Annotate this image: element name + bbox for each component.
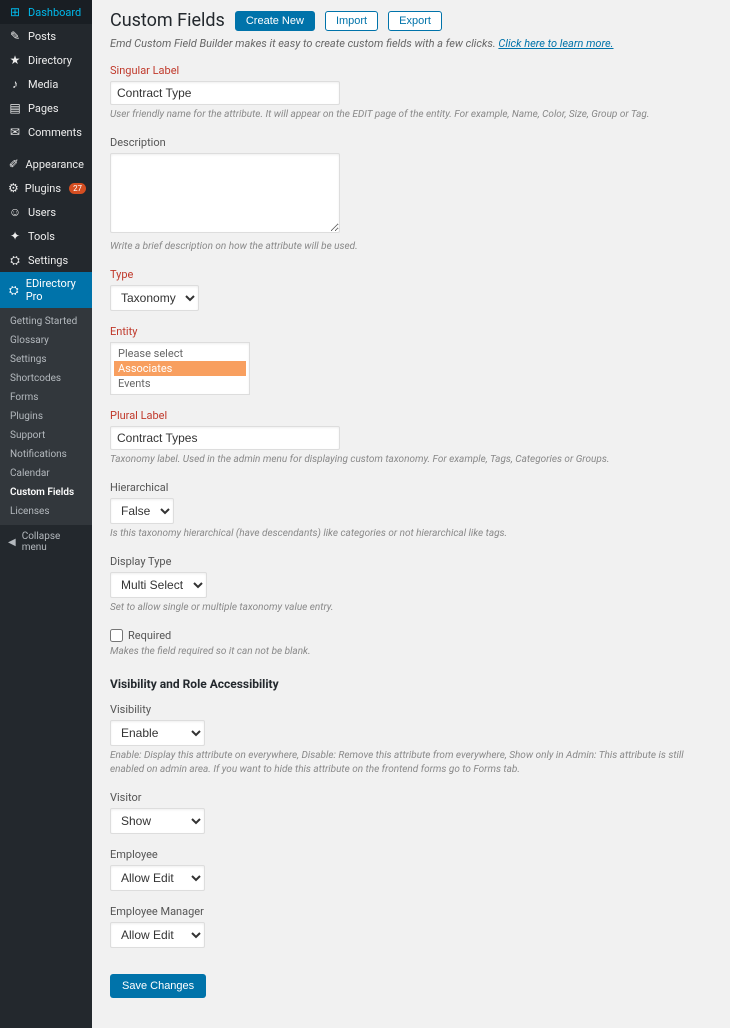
type-select[interactable]: Taxonomy [110,285,199,311]
submenu-licenses[interactable]: Licenses [0,502,92,521]
employee-label: Employee [110,848,712,861]
required-help: Makes the field required so it can not b… [110,645,712,659]
submenu-settings[interactable]: Settings [0,350,92,369]
submenu-getting-started[interactable]: Getting Started [0,312,92,331]
sidebar-item-appearance[interactable]: ✐Appearance [0,152,92,176]
visibility-section-title: Visibility and Role Accessibility [110,677,712,691]
user-icon: ★ [8,53,22,67]
hierarchical-select[interactable]: False [110,498,174,524]
description-textarea[interactable] [110,153,340,233]
sidebar-item-settings[interactable]: ⛭Settings [0,248,92,272]
employee-select[interactable]: Allow Edit [110,865,205,891]
sidebar-item-posts[interactable]: ✎Posts [0,24,92,48]
import-button[interactable]: Import [325,11,378,31]
admin-sidebar: ⊞Dashboard ✎Posts ★Directory ♪Media ▤Pag… [0,0,92,1028]
plug-icon: ⚙ [8,181,19,195]
sidebar-item-directory[interactable]: ★Directory [0,48,92,72]
main-content: Custom Fields Create New Import Export E… [92,0,730,1028]
comment-icon: ✉ [8,125,22,139]
submenu-glossary[interactable]: Glossary [0,331,92,350]
entity-option-please-select[interactable]: Please select [114,346,246,361]
singular-input[interactable] [110,81,340,105]
display-type-select[interactable]: Multi Select [110,572,207,598]
employee-manager-select[interactable]: Allow Edit [110,922,205,948]
entity-option-associates[interactable]: Associates [114,361,246,376]
gear-icon: ⛭ [8,253,22,267]
user-icon: ☺ [8,205,22,219]
display-type-help: Set to allow single or multiple taxonomy… [110,601,712,615]
sidebar-item-tools[interactable]: ✦Tools [0,224,92,248]
visibility-select[interactable]: Enable [110,720,205,746]
entity-listbox[interactable]: Please select Associates Events [110,342,250,395]
description-help: Write a brief description on how the att… [110,240,712,254]
singular-label: Singular Label [110,64,712,77]
visitor-select[interactable]: Show [110,808,205,834]
page-title: Custom Fields [110,10,225,31]
sidebar-item-edirectory-pro[interactable]: ⛭EDirectory Pro [0,272,92,308]
sidebar-item-dashboard[interactable]: ⊞Dashboard [0,0,92,24]
submenu-notifications[interactable]: Notifications [0,445,92,464]
create-new-button[interactable]: Create New [235,11,315,31]
visibility-help: Enable: Display this attribute on everyw… [110,749,712,777]
learn-more-link[interactable]: Click here to learn more. [498,37,613,50]
tool-icon: ✦ [8,229,22,243]
required-label: Required [128,629,171,642]
brush-icon: ✐ [8,157,19,171]
description-label: Description [110,136,712,149]
required-checkbox[interactable] [110,629,123,642]
page-header: Custom Fields Create New Import Export [110,10,712,31]
media-icon: ♪ [8,77,22,91]
sidebar-item-media[interactable]: ♪Media [0,72,92,96]
submenu-calendar[interactable]: Calendar [0,464,92,483]
singular-help: User friendly name for the attribute. It… [110,108,712,122]
plural-help: Taxonomy label. Used in the admin menu f… [110,453,712,467]
dashboard-icon: ⊞ [8,5,22,19]
submenu-custom-fields[interactable]: Custom Fields [0,483,92,502]
sidebar-item-plugins[interactable]: ⚙Plugins27 [0,176,92,200]
collapse-menu[interactable]: ◀Collapse menu [0,525,92,559]
intro-text: Emd Custom Field Builder makes it easy t… [110,37,712,50]
pin-icon: ✎ [8,29,22,43]
export-button[interactable]: Export [388,11,442,31]
visitor-label: Visitor [110,791,712,804]
submenu-plugins[interactable]: Plugins [0,407,92,426]
page-icon: ▤ [8,101,22,115]
submenu-forms[interactable]: Forms [0,388,92,407]
sidebar-item-users[interactable]: ☺Users [0,200,92,224]
plural-input[interactable] [110,426,340,450]
hierarchical-label: Hierarchical [110,481,712,494]
plural-label: Plural Label [110,409,712,422]
submenu: Getting Started Glossary Settings Shortc… [0,308,92,525]
gear-icon: ⛭ [8,283,20,297]
type-label: Type [110,268,712,281]
plugins-badge: 27 [69,183,86,194]
employee-manager-label: Employee Manager [110,905,712,918]
sidebar-item-comments[interactable]: ✉Comments [0,120,92,144]
submenu-support[interactable]: Support [0,426,92,445]
sidebar-item-pages[interactable]: ▤Pages [0,96,92,120]
collapse-icon: ◀ [8,537,16,548]
hierarchical-help: Is this taxonomy hierarchical (have desc… [110,527,712,541]
display-type-label: Display Type [110,555,712,568]
visibility-label: Visibility [110,703,712,716]
entity-label: Entity [110,325,712,338]
submenu-shortcodes[interactable]: Shortcodes [0,369,92,388]
save-changes-button[interactable]: Save Changes [110,974,206,998]
entity-option-events[interactable]: Events [114,376,246,391]
